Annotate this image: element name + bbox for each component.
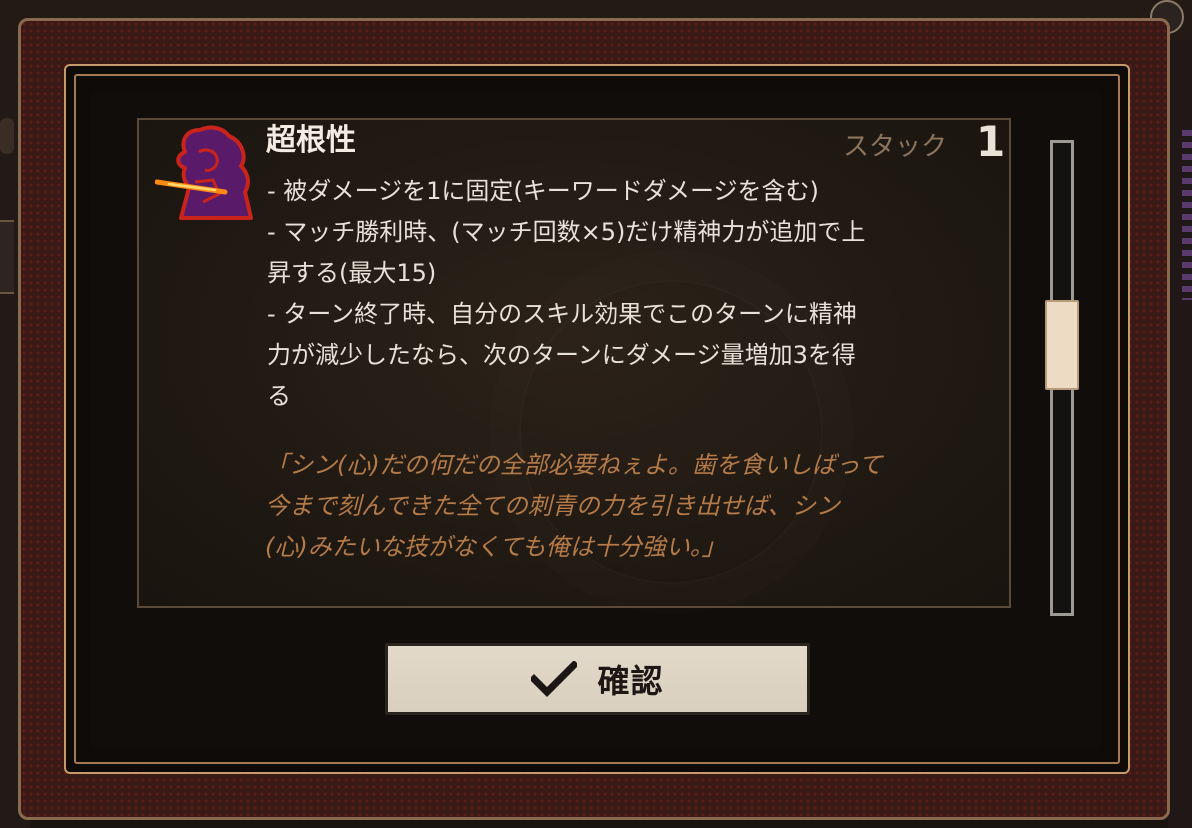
- description-line: - 被ダメージを1に固定(キーワードダメージを含む): [267, 177, 819, 205]
- stack-value: 1: [976, 117, 1006, 166]
- description-line: る: [267, 382, 291, 410]
- background-right-edge: [1168, 40, 1192, 828]
- checkmark-icon: [531, 661, 578, 697]
- background-tab: [0, 220, 14, 294]
- description-line: - マッチ勝利時、(マッチ回数×5)だけ精神力が追加で上: [267, 218, 866, 246]
- flavor-text: 「シン(心)だの何だの全部必要ねぇよ。歯を食いしばって 今まで刻んできた全ての刺…: [265, 445, 995, 568]
- flavor-line: (心)みたいな技がなくても俺は十分強い。」: [265, 533, 726, 561]
- flavor-line: 今まで刻んできた全ての刺青の力を引き出せば、シン: [265, 492, 840, 520]
- skill-description: - 被ダメージを1に固定(キーワードダメージを含む) - マッチ勝利時、(マッチ…: [267, 171, 997, 417]
- character-silhouette-icon: [155, 125, 253, 220]
- description-line: 昇する(最大15): [267, 259, 437, 287]
- flavor-line: 「シン(心)だの何だの全部必要ねぇよ。歯を食いしばって: [265, 451, 883, 479]
- background-decoration: [1182, 130, 1192, 300]
- confirm-button[interactable]: 確認: [385, 643, 810, 715]
- description-line: - ターン終了時、自分のスキル効果でこのターンに精神: [267, 300, 857, 328]
- skill-title: 超根性: [266, 123, 356, 158]
- scrollbar-thumb[interactable]: [1045, 300, 1079, 390]
- stack-label: スタック: [843, 132, 948, 162]
- background-ornament: [0, 118, 14, 154]
- confirm-button-label: 確認: [597, 662, 664, 700]
- description-line: 力が減少したなら、次のターンにダメージ量増加3を得: [267, 341, 856, 369]
